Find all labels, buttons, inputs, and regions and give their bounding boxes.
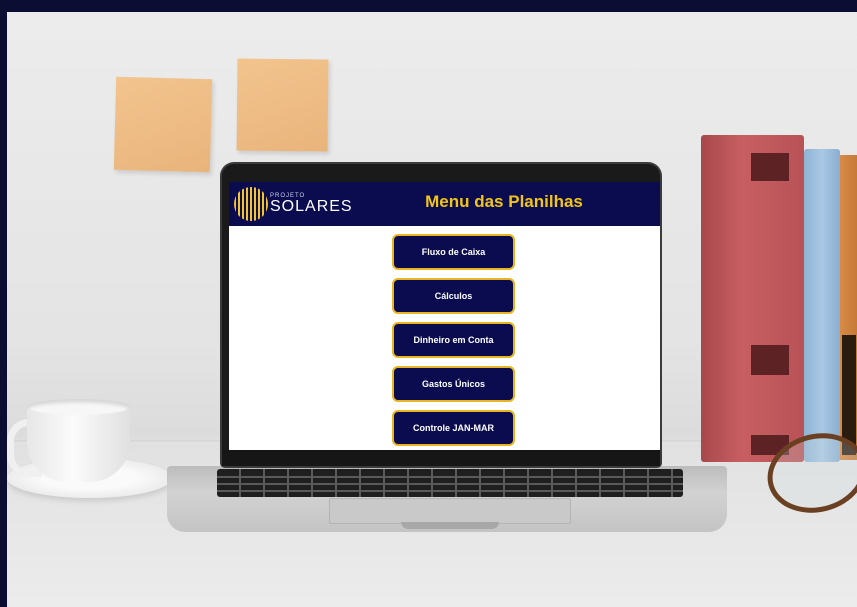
coffee-cup [27,405,130,482]
logo-brand-text: SOLARES [270,198,353,215]
desk-scene: PROJETO SOLARES Menu das Planilhas Fluxo… [7,12,857,607]
page-title: Menu das Planilhas [425,192,583,211]
fluxo-de-caixa-button[interactable]: Fluxo de Caixa [392,234,515,270]
gastos-unicos-button[interactable]: Gastos Únicos [392,366,515,402]
orange-book [840,155,857,460]
trackpad [329,498,571,524]
laptop-keyboard [217,469,683,497]
solares-logo: PROJETO SOLARES [234,187,364,221]
laptop-notch [401,522,499,529]
calculos-button[interactable]: Cálculos [392,278,515,314]
screen-header: PROJETO SOLARES Menu das Planilhas [229,182,660,226]
sun-logo-icon [234,187,268,221]
sticky-note [236,58,329,152]
dinheiro-em-conta-button[interactable]: Dinheiro em Conta [392,322,515,358]
blue-book [804,149,840,462]
screen-bezel [222,450,660,466]
sticky-note [113,76,213,173]
red-book [701,135,804,462]
laptop-screen: PROJETO SOLARES Menu das Planilhas Fluxo… [229,182,660,450]
controle-jan-mar-button[interactable]: Controle JAN-MAR [392,410,515,446]
cup-rim [27,399,130,415]
